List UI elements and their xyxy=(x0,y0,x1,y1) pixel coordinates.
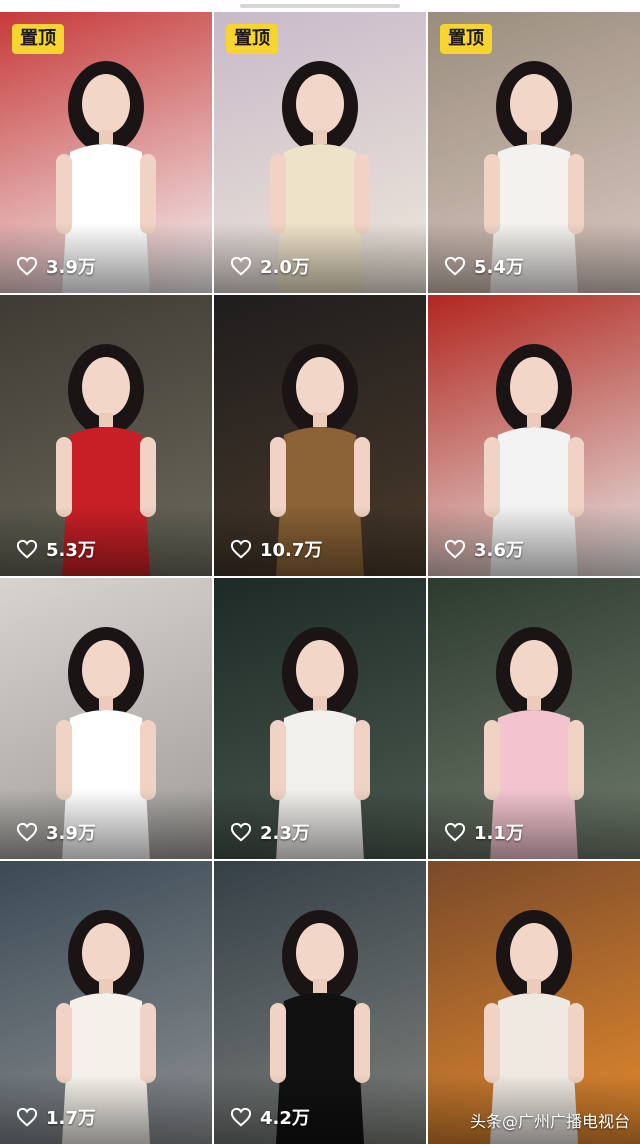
video-card-2[interactable]: 置顶 2.0万 xyxy=(214,12,426,293)
video-card-12[interactable] xyxy=(428,861,640,1144)
heart-icon xyxy=(16,822,38,842)
video-card-10[interactable]: 1.7万 xyxy=(0,861,212,1144)
video-card-9[interactable]: 1.1万 xyxy=(428,578,640,859)
heart-icon xyxy=(230,822,252,842)
video-grid: 置顶 3.9万 置顶 2.0万 置顶 5.4万 5.3万 10.7万 3.6万 … xyxy=(0,12,640,1144)
heart-icon xyxy=(230,256,252,276)
like-count-label: 1.7万 xyxy=(46,1108,96,1129)
video-card-6[interactable]: 3.6万 xyxy=(428,295,640,576)
like-count-label: 3.9万 xyxy=(46,257,96,278)
like-count-label: 2.3万 xyxy=(260,823,310,844)
like-count-label: 3.6万 xyxy=(474,540,524,561)
like-count: 1.1万 xyxy=(444,819,524,845)
like-count: 4.2万 xyxy=(230,1104,310,1130)
like-count-label: 2.0万 xyxy=(260,257,310,278)
like-count: 2.0万 xyxy=(230,253,310,279)
heart-icon xyxy=(16,1107,38,1127)
like-count: 5.4万 xyxy=(444,253,524,279)
video-card-8[interactable]: 2.3万 xyxy=(214,578,426,859)
like-count: 3.9万 xyxy=(16,819,96,845)
source-watermark: 头条@广州广播电视台 xyxy=(470,1108,630,1132)
like-count-label: 5.4万 xyxy=(474,257,524,278)
like-count: 3.9万 xyxy=(16,253,96,279)
heart-icon xyxy=(444,539,466,559)
like-count-label: 5.3万 xyxy=(46,540,96,561)
like-count: 5.3万 xyxy=(16,536,96,562)
video-card-7[interactable]: 3.9万 xyxy=(0,578,212,859)
heart-icon xyxy=(444,256,466,276)
top-strip xyxy=(0,0,640,12)
heart-icon xyxy=(230,539,252,559)
heart-icon xyxy=(16,539,38,559)
heart-icon xyxy=(230,1107,252,1127)
heart-icon xyxy=(444,822,466,842)
video-card-3[interactable]: 置顶 5.4万 xyxy=(428,12,640,293)
like-count: 3.6万 xyxy=(444,536,524,562)
heart-icon xyxy=(16,256,38,276)
like-count: 10.7万 xyxy=(230,536,322,562)
video-card-11[interactable]: 4.2万 xyxy=(214,861,426,1144)
like-count-label: 3.9万 xyxy=(46,823,96,844)
video-card-1[interactable]: 置顶 3.9万 xyxy=(0,12,212,293)
video-card-4[interactable]: 5.3万 xyxy=(0,295,212,576)
like-count: 1.7万 xyxy=(16,1104,96,1130)
video-card-5[interactable]: 10.7万 xyxy=(214,295,426,576)
pinned-badge: 置顶 xyxy=(440,24,492,54)
like-count: 2.3万 xyxy=(230,819,310,845)
pinned-badge: 置顶 xyxy=(12,24,64,54)
like-count-label: 4.2万 xyxy=(260,1108,310,1129)
pinned-badge: 置顶 xyxy=(226,24,278,54)
drag-handle xyxy=(240,4,400,8)
like-count-label: 1.1万 xyxy=(474,823,524,844)
like-count-label: 10.7万 xyxy=(260,540,323,561)
watermark-text: 头条@广州广播电视台 xyxy=(469,1112,630,1131)
